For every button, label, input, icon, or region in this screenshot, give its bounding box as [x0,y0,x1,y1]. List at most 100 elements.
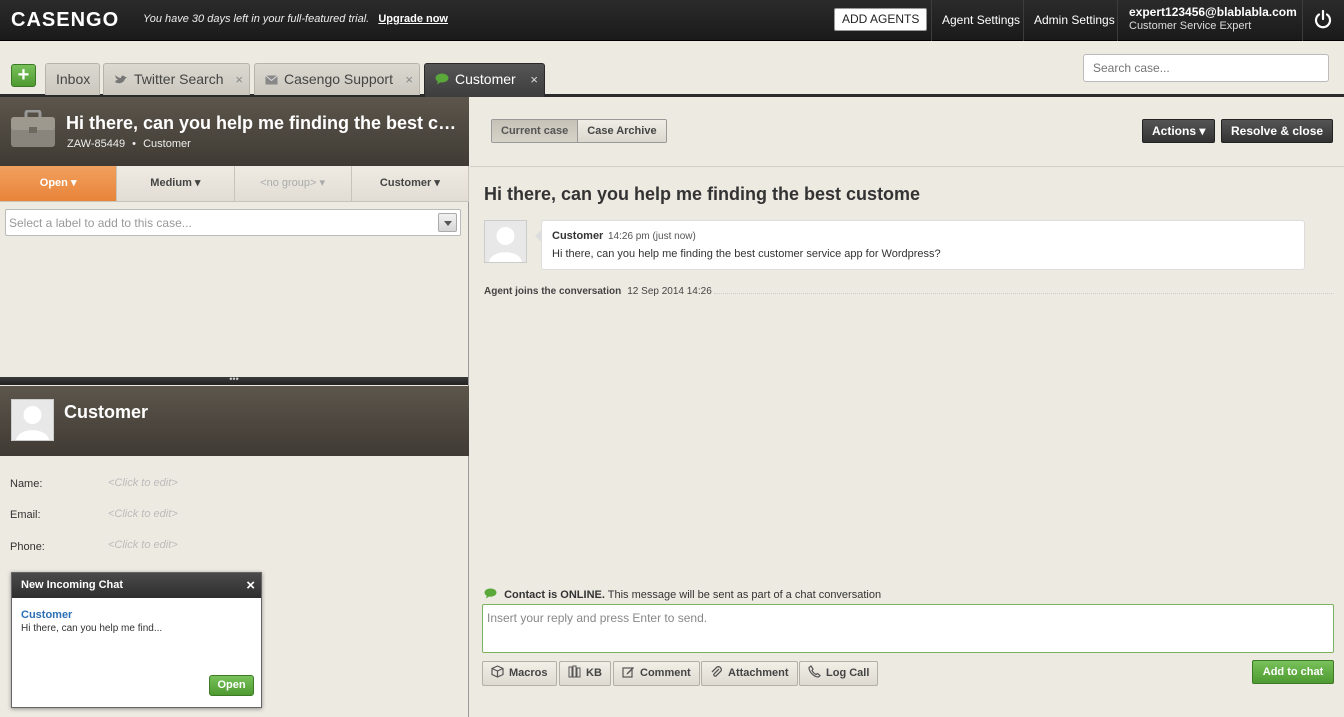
briefcase-icon [11,110,55,147]
incoming-chat-popup: New Incoming Chat × Customer Hi there, c… [11,572,262,708]
case-title: Hi there, can you help me finding the be… [66,113,461,133]
add-agents-button[interactable]: ADD AGENTS [834,8,928,31]
log-call-button[interactable]: Log Call [799,661,879,687]
name-field[interactable]: <Click to edit> [108,477,178,489]
chevron-down-icon: ▾ [194,177,201,189]
close-icon[interactable]: × [530,64,538,95]
add-to-chat-button[interactable]: Add to chat [1252,660,1334,684]
phone-label: Phone: [10,541,45,553]
case-archive-button[interactable]: Case Archive [578,120,666,142]
event-time: 12 Sep 2014 14:26 [627,286,712,297]
message-author: Customer [552,230,604,242]
phone-field[interactable]: <Click to edit> [108,539,178,551]
admin-settings-link[interactable]: Admin Settings [1034,13,1115,27]
divider [470,166,1344,167]
status-value: Open [39,177,68,189]
resolve-close-button[interactable]: Resolve & close [1221,119,1334,143]
customer-name: Customer [64,402,149,422]
agent-settings-link[interactable]: Agent Settings [942,13,1020,27]
reply-placeholder: Insert your reply and press Enter to sen… [487,611,708,625]
power-icon[interactable] [1312,9,1334,31]
chevron-down-icon: ▾ [319,177,326,189]
divider [931,0,932,41]
tool-label: Macros [509,667,548,679]
meta-separator: • [132,138,137,150]
name-label: Name: [10,478,43,490]
phone-icon [808,664,821,687]
divider [1023,0,1024,41]
paperclip-icon [710,664,723,687]
priority-value: Medium [150,177,192,189]
message-time: 14:26 pm (just now) [608,231,696,242]
case-id: ZAW-85449 [67,138,126,150]
tab-customer[interactable]: Customer × [424,63,545,97]
conversation-panel: Current case Case Archive Actions ▾ Reso… [470,97,1344,717]
tool-label: Comment [640,667,691,679]
close-icon[interactable]: × [235,64,243,95]
macros-button[interactable]: Macros [482,661,557,686]
chevron-down-icon: ▾ [70,177,77,189]
box-icon [491,664,504,687]
case-properties: Open ▾ Medium ▾ <no group> ▾ Customer ▾ [0,166,469,202]
reply-input[interactable]: Insert your reply and press Enter to sen… [482,604,1334,653]
user-role: Customer Service Expert [1129,20,1252,32]
new-case-button[interactable]: + [11,64,36,87]
tab-label: Casengo Support [284,71,393,87]
books-icon [568,664,581,687]
user-email[interactable]: expert123456@blablabla.com [1129,5,1297,19]
dropdown-arrow-icon[interactable] [438,213,457,232]
popup-title: New Incoming Chat [21,579,124,591]
assignee-dropdown[interactable]: Customer ▾ [351,166,469,201]
panel-splitter[interactable]: ••• [0,375,468,385]
label-select-placeholder: Select a label to add to this case... [9,216,192,230]
priority-dropdown[interactable]: Medium ▾ [117,166,235,201]
status-note: This message will be sent as part of a c… [607,589,882,601]
divider [1302,0,1303,41]
contact-status: Contact is ONLINE. This message will be … [484,588,881,601]
twitter-bird-icon [114,65,128,96]
divider [714,293,1334,294]
attachment-button[interactable]: Attachment [701,661,798,686]
popup-message: Hi there, can you help me find... [21,623,163,634]
search-input[interactable] [1083,54,1329,82]
upgrade-link[interactable]: Upgrade now [378,13,448,25]
tab-casengo-support[interactable]: Casengo Support × [254,63,420,95]
chevron-down-icon: ▾ [434,177,440,189]
envelope-icon [265,65,278,96]
tool-label: Attachment [728,667,789,679]
label-select[interactable]: Select a label to add to this case... [5,209,461,236]
actions-button[interactable]: Actions ▾ [1142,119,1216,143]
assignee-value: Customer [379,177,432,189]
chat-bubble-icon [484,588,497,599]
case-source: Customer [143,138,191,150]
tab-twitter-search[interactable]: Twitter Search × [103,63,250,95]
customer-header: Customer [0,386,469,456]
case-view-toggle: Current case Case Archive [491,119,667,143]
trial-text: You have 30 days left in your full-featu… [143,13,370,25]
logo: CASENGO [11,9,120,31]
kb-button[interactable]: KB [559,661,611,686]
reply-area: Contact is ONLINE. This message will be … [470,572,1344,717]
email-field[interactable]: <Click to edit> [108,508,178,520]
current-case-button[interactable]: Current case [492,120,579,142]
close-icon[interactable]: × [246,573,255,598]
trial-notice: You have 30 days left in your full-featu… [143,13,448,25]
avatar [484,220,527,263]
divider [1117,0,1118,41]
conversation-event: Agent joins the conversation 12 Sep 2014 … [484,286,712,297]
case-meta: ZAW-85449 • Customer [67,138,191,150]
comment-button[interactable]: Comment [613,661,700,686]
open-chat-button[interactable]: Open [209,675,254,696]
case-header: Hi there, can you help me finding the be… [0,97,469,166]
message-bubble: Customer 14:26 pm (just now) Hi there, c… [535,220,1305,270]
tab-inbox[interactable]: Inbox [45,63,100,95]
tab-label: Customer [455,71,516,87]
message-text: Hi there, can you help me finding the be… [552,248,941,260]
conversation-title: Hi there, can you help me finding the be… [484,184,921,204]
group-dropdown[interactable]: <no group> ▾ [234,166,352,201]
close-icon[interactable]: × [405,64,413,95]
tab-label: Twitter Search [134,71,224,87]
popup-sender[interactable]: Customer [21,609,72,621]
status-dropdown[interactable]: Open ▾ [0,166,118,201]
online-status: Contact is ONLINE. [504,589,605,601]
